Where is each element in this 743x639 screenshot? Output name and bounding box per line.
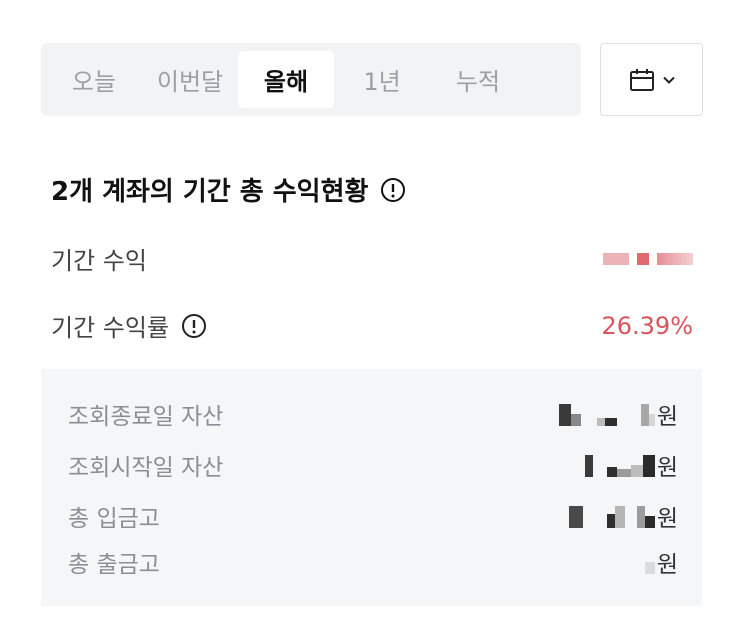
asset-detail-panel: 조회종료일 자산 원 조회시작일 자산 원 총 입금고 원 총 출금고 원 [41,369,702,606]
period-tab-bar: 오늘 이번달 올해 1년 누적 [41,43,581,116]
chevron-down-icon [662,76,675,84]
total-deposit-row: 총 입금고 원 [68,499,678,533]
total-withdrawal-amount: 원 [644,545,678,579]
start-date-asset-row: 조회시작일 자산 원 [68,448,678,482]
currency-unit: 원 [656,506,678,532]
period-return-label: 기간 수익률 [51,314,170,342]
tab-this-year[interactable]: 올해 [238,51,334,108]
period-return-value: 26.39% [601,311,693,340]
end-date-asset-row: 조회종료일 자산 원 [68,397,678,431]
total-deposit-label: 총 입금고 [68,506,160,532]
masked-amount [584,453,655,477]
currency-unit: 원 [656,552,678,578]
tab-this-month[interactable]: 이번달 [142,51,238,108]
period-return-row: 기간 수익률 26.39% [51,308,693,343]
summary-title-text: 2개 계좌의 기간 총 수익현황 [51,177,369,207]
info-icon[interactable] [380,177,406,203]
end-date-asset-label: 조회종료일 자산 [68,404,224,430]
masked-amount [644,550,655,574]
masked-amount [568,504,655,528]
start-date-asset-amount: 원 [584,448,678,482]
info-icon[interactable] [181,313,207,339]
period-profit-label: 기간 수익 [51,247,147,275]
calendar-icon [629,68,655,92]
currency-unit: 원 [656,455,678,481]
end-date-asset-amount: 원 [558,397,678,431]
total-withdrawal-row: 총 출금고 원 [68,545,678,579]
start-date-asset-label: 조회시작일 자산 [68,455,224,481]
tab-today[interactable]: 오늘 [46,51,142,108]
period-profit-row: 기간 수익 [51,241,693,276]
currency-unit: 원 [656,404,678,430]
summary-title: 2개 계좌의 기간 총 수익현황 [51,171,406,208]
period-profit-value-masked [603,252,693,265]
masked-amount [558,402,655,426]
calendar-dropdown-button[interactable] [600,43,703,116]
tab-one-year[interactable]: 1년 [334,51,430,108]
tab-cumulative[interactable]: 누적 [430,51,526,108]
total-withdrawal-label: 총 출금고 [68,552,160,578]
period-return-label-group: 기간 수익률 [51,308,207,343]
total-deposit-amount: 원 [568,499,678,533]
